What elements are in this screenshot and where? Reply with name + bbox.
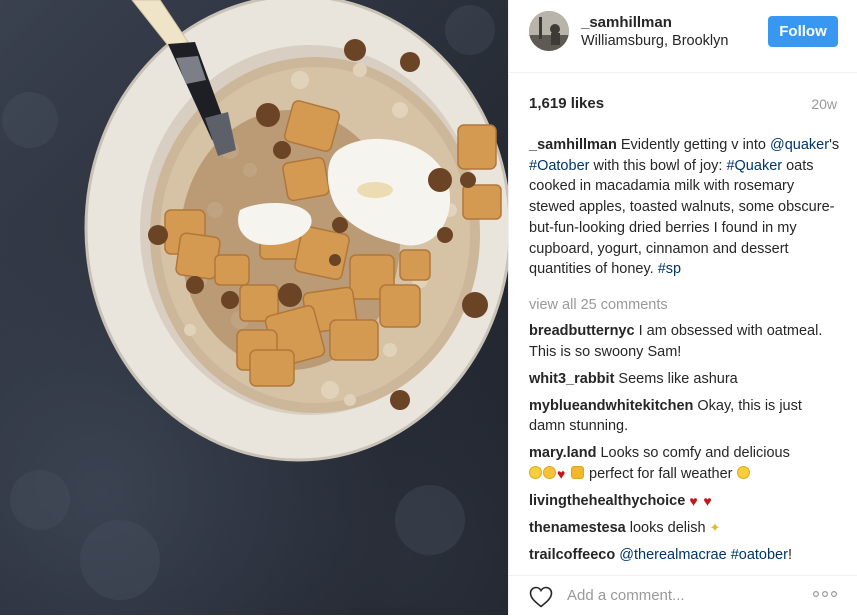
avatar-image (529, 11, 569, 51)
caption-text: oats cooked in macadamia milk with rosem… (529, 157, 835, 278)
header-username-link[interactable]: _samhillman (581, 14, 672, 31)
comment-list: breadbutternyc I am obsessed with oatmea… (529, 321, 841, 572)
more-options-icon[interactable] (813, 590, 837, 598)
oatmeal-bowl-image (2, 0, 508, 600)
comment-username[interactable]: whit3_rabbit (529, 371, 614, 387)
heart-outline-icon[interactable] (529, 586, 553, 608)
post-header: _samhillman Williamsburg, Brooklyn Follo… (509, 0, 857, 73)
comment-text: Looks so comfy and delicious (596, 445, 790, 462)
add-comment-row: Add a comment... (509, 575, 857, 616)
comment-item: breadbutternyc I am obsessed with oatmea… (529, 321, 841, 362)
smile-emoji-icon (529, 465, 542, 479)
comment-username[interactable]: mary.land (529, 445, 596, 461)
post-side-panel: _samhillman Williamsburg, Brooklyn Follo… (508, 0, 857, 615)
hashtag-link[interactable]: #Quaker (726, 158, 782, 174)
caption-username[interactable]: _samhillman (529, 137, 617, 153)
sparkles-emoji-icon: ✦ (709, 519, 721, 535)
caption-text: Evidently getting v into (616, 137, 770, 153)
likes-count[interactable]: 1,619 likes (529, 95, 604, 112)
mention-link[interactable]: @quaker (770, 137, 829, 153)
comment-item: thenamestesa looks delish ✦ (529, 518, 841, 539)
hashtag-link[interactable]: #sp (658, 261, 681, 277)
comment-username[interactable]: trailcoffeeco (529, 547, 615, 563)
post-photo[interactable] (0, 0, 508, 615)
comment-text: Seems like ashura (614, 370, 738, 387)
comment-text: perfect for fall weather (585, 465, 737, 482)
comment-item: livingthehealthychoice ♥ ♥ (529, 491, 841, 512)
follow-button[interactable]: Follow (768, 16, 838, 47)
red-heart-emoji-icon: ♥ (557, 465, 566, 482)
view-all-comments-link[interactable]: view all 25 comments (529, 297, 668, 313)
post-time[interactable]: 20w (811, 96, 837, 112)
comment-username[interactable]: breadbutternyc (529, 323, 635, 339)
location-link[interactable]: Williamsburg, Brooklyn (581, 33, 728, 49)
red-heart-emoji-icon: ♥ (703, 492, 712, 509)
heart-eyes-emoji-icon (543, 465, 556, 479)
caption: _samhillman Evidently getting v into @qu… (529, 135, 841, 280)
caption-text: 's (829, 137, 840, 153)
comment-text: ! (787, 547, 792, 564)
avatar[interactable] (529, 11, 569, 51)
comment-username[interactable]: myblueandwhitekitchen (529, 398, 693, 414)
instagram-post: _samhillman Williamsburg, Brooklyn Follo… (0, 0, 857, 615)
add-comment-input[interactable]: Add a comment... (567, 587, 685, 604)
comment-username[interactable]: thenamestesa (529, 520, 626, 536)
likes-row: 1,619 likes 20w (529, 95, 837, 115)
clapping-hands-emoji-icon (571, 465, 584, 479)
comment-item: mary.land Looks so comfy and delicious ♥… (529, 443, 841, 484)
hashtag-link[interactable]: #oatober (731, 547, 788, 563)
comment-username[interactable]: livingthehealthychoice (529, 493, 685, 509)
red-heart-emoji-icon: ♥ (689, 492, 698, 509)
comment-item: whit3_rabbit Seems like ashura (529, 369, 841, 390)
comment-item: myblueandwhitekitchen Okay, this is just… (529, 396, 841, 437)
smile-emoji-icon (736, 465, 750, 479)
hashtag-link[interactable]: #Oatober (529, 158, 589, 174)
mention-link[interactable]: @therealmacrae (619, 547, 726, 563)
caption-text: with this bowl of joy: (589, 157, 727, 174)
comment-text: looks delish (625, 519, 710, 536)
comment-item: trailcoffeeco @therealmacrae #oatober! (529, 545, 841, 566)
